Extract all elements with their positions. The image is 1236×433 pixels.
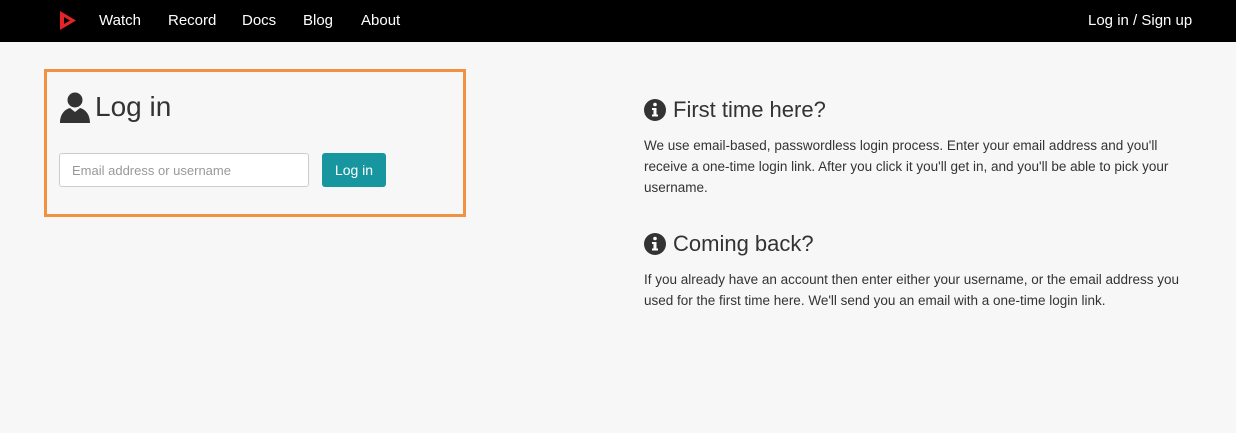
logo-play-icon[interactable] bbox=[59, 10, 77, 31]
nav-link-watch[interactable]: Watch bbox=[99, 0, 141, 42]
first-time-body: We use email-based, passwordless login p… bbox=[644, 138, 1169, 195]
first-time-heading-text: First time here? bbox=[673, 97, 826, 122]
user-icon bbox=[60, 92, 90, 123]
login-button[interactable]: Log in bbox=[322, 153, 386, 187]
coming-back-heading-text: Coming back? bbox=[673, 231, 814, 256]
info-icon bbox=[644, 99, 666, 121]
login-panel: Log in Log in bbox=[44, 69, 466, 217]
coming-back-body: If you already have an account then ente… bbox=[644, 272, 1180, 308]
login-title-text: Log in bbox=[95, 91, 172, 122]
nav-link-blog[interactable]: Blog bbox=[303, 0, 333, 42]
top-navbar: Watch Record Docs Blog About Log in / Si… bbox=[0, 0, 1236, 42]
coming-back-heading: Coming back? bbox=[644, 231, 1204, 257]
email-username-input[interactable] bbox=[59, 153, 309, 187]
info-icon bbox=[644, 233, 666, 255]
first-time-section: First time here? We use email-based, pas… bbox=[644, 97, 1204, 198]
nav-link-about[interactable]: About bbox=[361, 0, 400, 42]
nav-link-record[interactable]: Record bbox=[168, 0, 216, 42]
coming-back-section: Coming back? If you already have an acco… bbox=[644, 231, 1204, 311]
first-time-heading: First time here? bbox=[644, 97, 1204, 123]
login-signup-link[interactable]: Log in / Sign up bbox=[1088, 0, 1192, 42]
login-title: Log in bbox=[59, 89, 171, 125]
nav-link-docs[interactable]: Docs bbox=[242, 0, 276, 42]
